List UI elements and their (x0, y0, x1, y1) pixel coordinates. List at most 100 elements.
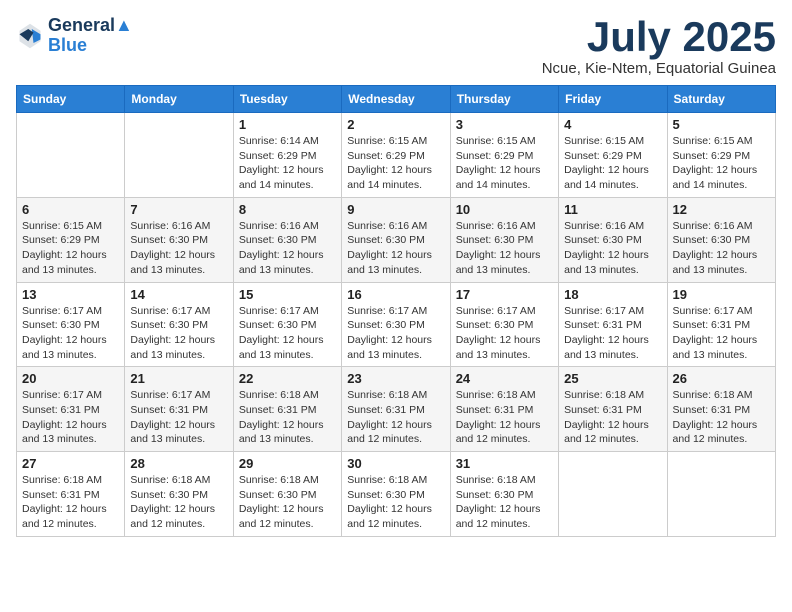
calendar-cell (125, 113, 233, 198)
weekday-header-row: Sunday Monday Tuesday Wednesday Thursday… (17, 86, 776, 113)
calendar-cell: 19 Sunrise: 6:17 AM Sunset: 6:31 PM Dayli… (667, 282, 775, 367)
calendar-cell: 14 Sunrise: 6:17 AM Sunset: 6:30 PM Dayli… (125, 282, 233, 367)
day-number: 16 (347, 287, 444, 302)
calendar-cell: 5 Sunrise: 6:15 AM Sunset: 6:29 PM Daylig… (667, 113, 775, 198)
logo-icon (16, 22, 44, 50)
calendar-cell: 31 Sunrise: 6:18 AM Sunset: 6:30 PM Dayli… (450, 452, 558, 537)
day-info: Sunrise: 6:16 AM Sunset: 6:30 PM Dayligh… (347, 219, 444, 278)
day-number: 11 (564, 202, 661, 217)
day-info: Sunrise: 6:16 AM Sunset: 6:30 PM Dayligh… (673, 219, 770, 278)
calendar-cell (17, 113, 125, 198)
day-info: Sunrise: 6:17 AM Sunset: 6:30 PM Dayligh… (130, 304, 227, 363)
day-info: Sunrise: 6:15 AM Sunset: 6:29 PM Dayligh… (673, 134, 770, 193)
day-info: Sunrise: 6:18 AM Sunset: 6:30 PM Dayligh… (456, 473, 553, 532)
day-number: 5 (673, 117, 770, 132)
header-saturday: Saturday (667, 86, 775, 113)
day-number: 17 (456, 287, 553, 302)
day-info: Sunrise: 6:15 AM Sunset: 6:29 PM Dayligh… (347, 134, 444, 193)
day-info: Sunrise: 6:17 AM Sunset: 6:30 PM Dayligh… (347, 304, 444, 363)
title-block: July 2025 Ncue, Kie-Ntem, Equatorial Gui… (542, 16, 776, 77)
day-info: Sunrise: 6:16 AM Sunset: 6:30 PM Dayligh… (130, 219, 227, 278)
day-number: 29 (239, 456, 336, 471)
calendar-cell: 12 Sunrise: 6:16 AM Sunset: 6:30 PM Dayli… (667, 197, 775, 282)
day-number: 23 (347, 371, 444, 386)
day-info: Sunrise: 6:17 AM Sunset: 6:30 PM Dayligh… (239, 304, 336, 363)
calendar-cell: 7Sunrise: 6:16 AM Sunset: 6:30 PM Daylig… (125, 197, 233, 282)
day-number: 10 (456, 202, 553, 217)
logo: General▲ Blue (16, 16, 133, 56)
day-number: 8 (239, 202, 336, 217)
calendar-cell: 2 Sunrise: 6:15 AM Sunset: 6:29 PM Daylig… (342, 113, 450, 198)
calendar-week-row: 20Sunrise: 6:17 AM Sunset: 6:31 PM Dayli… (17, 367, 776, 452)
month-title: July 2025 (542, 16, 776, 58)
calendar-week-row: 27 Sunrise: 6:18 AM Sunset: 6:31 PM Dayli… (17, 452, 776, 537)
day-info: Sunrise: 6:17 AM Sunset: 6:31 PM Dayligh… (673, 304, 770, 363)
day-info: Sunrise: 6:16 AM Sunset: 6:30 PM Dayligh… (239, 219, 336, 278)
day-number: 20 (22, 371, 119, 386)
day-number: 12 (673, 202, 770, 217)
calendar-cell (667, 452, 775, 537)
calendar-cell: 25 Sunrise: 6:18 AM Sunset: 6:31 PM Dayli… (559, 367, 667, 452)
day-number: 22 (239, 371, 336, 386)
day-number: 15 (239, 287, 336, 302)
logo-text: General▲ Blue (48, 16, 133, 56)
day-number: 19 (673, 287, 770, 302)
calendar-cell: 30 Sunrise: 6:18 AM Sunset: 6:30 PM Dayli… (342, 452, 450, 537)
calendar-week-row: 13Sunrise: 6:17 AM Sunset: 6:30 PM Dayli… (17, 282, 776, 367)
calendar-cell: 24Sunrise: 6:18 AM Sunset: 6:31 PM Dayli… (450, 367, 558, 452)
day-info: Sunrise: 6:16 AM Sunset: 6:30 PM Dayligh… (456, 219, 553, 278)
calendar-cell: 16 Sunrise: 6:17 AM Sunset: 6:30 PM Dayli… (342, 282, 450, 367)
calendar-cell: 23Sunrise: 6:18 AM Sunset: 6:31 PM Dayli… (342, 367, 450, 452)
day-number: 26 (673, 371, 770, 386)
day-info: Sunrise: 6:18 AM Sunset: 6:30 PM Dayligh… (347, 473, 444, 532)
day-number: 24 (456, 371, 553, 386)
day-info: Sunrise: 6:18 AM Sunset: 6:30 PM Dayligh… (239, 473, 336, 532)
day-number: 1 (239, 117, 336, 132)
day-info: Sunrise: 6:15 AM Sunset: 6:29 PM Dayligh… (564, 134, 661, 193)
header-tuesday: Tuesday (233, 86, 341, 113)
calendar-cell: 10 Sunrise: 6:16 AM Sunset: 6:30 PM Dayli… (450, 197, 558, 282)
day-info: Sunrise: 6:18 AM Sunset: 6:31 PM Dayligh… (239, 388, 336, 447)
day-info: Sunrise: 6:18 AM Sunset: 6:30 PM Dayligh… (130, 473, 227, 532)
calendar-week-row: 6Sunrise: 6:15 AM Sunset: 6:29 PM Daylig… (17, 197, 776, 282)
calendar-cell: 26Sunrise: 6:18 AM Sunset: 6:31 PM Dayli… (667, 367, 775, 452)
calendar-cell: 21Sunrise: 6:17 AM Sunset: 6:31 PM Dayli… (125, 367, 233, 452)
day-number: 27 (22, 456, 119, 471)
day-info: Sunrise: 6:14 AM Sunset: 6:29 PM Dayligh… (239, 134, 336, 193)
header-monday: Monday (125, 86, 233, 113)
calendar-cell: 18 Sunrise: 6:17 AM Sunset: 6:31 PM Dayli… (559, 282, 667, 367)
calendar-week-row: 1 Sunrise: 6:14 AM Sunset: 6:29 PM Daylig… (17, 113, 776, 198)
calendar-cell: 3Sunrise: 6:15 AM Sunset: 6:29 PM Daylig… (450, 113, 558, 198)
header-thursday: Thursday (450, 86, 558, 113)
day-info: Sunrise: 6:17 AM Sunset: 6:31 PM Dayligh… (564, 304, 661, 363)
day-number: 31 (456, 456, 553, 471)
calendar-cell: 13Sunrise: 6:17 AM Sunset: 6:30 PM Dayli… (17, 282, 125, 367)
day-info: Sunrise: 6:17 AM Sunset: 6:30 PM Dayligh… (22, 304, 119, 363)
calendar-cell: 29 Sunrise: 6:18 AM Sunset: 6:30 PM Dayli… (233, 452, 341, 537)
day-number: 2 (347, 117, 444, 132)
day-number: 6 (22, 202, 119, 217)
day-number: 25 (564, 371, 661, 386)
day-number: 3 (456, 117, 553, 132)
calendar-cell (559, 452, 667, 537)
calendar-cell: 17 Sunrise: 6:17 AM Sunset: 6:30 PM Dayli… (450, 282, 558, 367)
day-number: 21 (130, 371, 227, 386)
day-number: 18 (564, 287, 661, 302)
calendar-cell: 9 Sunrise: 6:16 AM Sunset: 6:30 PM Daylig… (342, 197, 450, 282)
day-number: 14 (130, 287, 227, 302)
calendar-cell: 8 Sunrise: 6:16 AM Sunset: 6:30 PM Daylig… (233, 197, 341, 282)
calendar-cell: 22 Sunrise: 6:18 AM Sunset: 6:31 PM Dayli… (233, 367, 341, 452)
calendar-cell: 6Sunrise: 6:15 AM Sunset: 6:29 PM Daylig… (17, 197, 125, 282)
calendar-cell: 27 Sunrise: 6:18 AM Sunset: 6:31 PM Dayli… (17, 452, 125, 537)
page-header: General▲ Blue July 2025 Ncue, Kie-Ntem, … (16, 16, 776, 77)
day-info: Sunrise: 6:18 AM Sunset: 6:31 PM Dayligh… (564, 388, 661, 447)
header-friday: Friday (559, 86, 667, 113)
day-info: Sunrise: 6:18 AM Sunset: 6:31 PM Dayligh… (22, 473, 119, 532)
header-sunday: Sunday (17, 86, 125, 113)
day-number: 30 (347, 456, 444, 471)
day-info: Sunrise: 6:17 AM Sunset: 6:30 PM Dayligh… (456, 304, 553, 363)
day-number: 9 (347, 202, 444, 217)
header-wednesday: Wednesday (342, 86, 450, 113)
day-info: Sunrise: 6:16 AM Sunset: 6:30 PM Dayligh… (564, 219, 661, 278)
day-number: 28 (130, 456, 227, 471)
